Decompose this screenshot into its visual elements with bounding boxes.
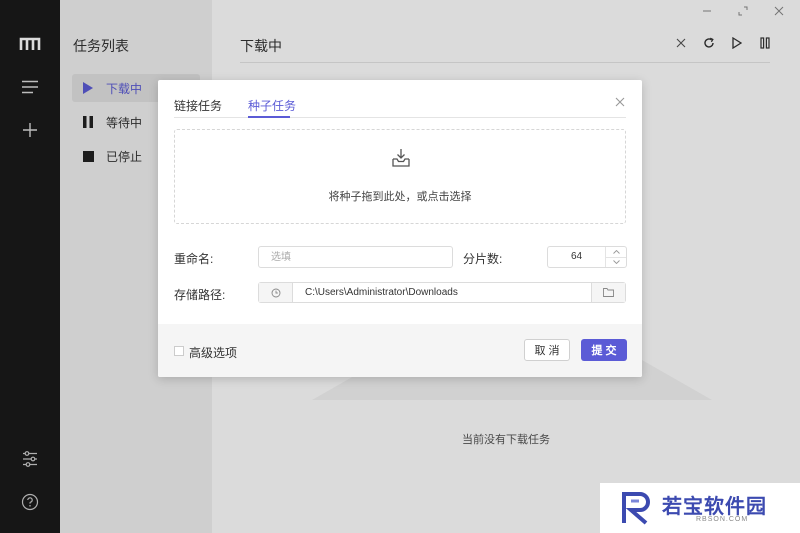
dialog-close-icon[interactable] — [614, 96, 626, 108]
submit-button[interactable]: 提 交 — [581, 339, 627, 361]
chevron-down-icon[interactable] — [606, 256, 626, 268]
history-icon[interactable] — [259, 283, 293, 302]
dialog-footer: 高级选项 取 消 提 交 — [158, 324, 642, 377]
tab-torrent-task[interactable]: 种子任务 — [248, 97, 296, 114]
torrent-dropzone[interactable]: 将种子拖到此处，或点击选择 — [174, 129, 626, 224]
dropzone-text: 将种子拖到此处，或点击选择 — [328, 191, 472, 203]
cancel-button[interactable]: 取 消 — [524, 339, 570, 361]
advanced-options-label[interactable]: 高级选项 — [189, 344, 237, 361]
tab-link-task[interactable]: 链接任务 — [174, 97, 222, 114]
chevron-up-icon[interactable] — [606, 247, 626, 257]
storage-path-field: C:\Users\Administrator\Downloads — [258, 282, 626, 303]
advanced-options-checkbox[interactable] — [174, 346, 184, 356]
new-task-dialog: 链接任务 种子任务 将种子拖到此处，或点击选择 重命名: 分片数: 64 存储路… — [158, 80, 642, 377]
shards-label: 分片数: — [463, 252, 503, 266]
watermark: 若宝软件园 RBSON.COM — [600, 483, 800, 533]
dialog-tabs: 链接任务 种子任务 — [174, 88, 626, 118]
rename-input[interactable] — [258, 246, 453, 268]
storage-path-value[interactable]: C:\Users\Administrator\Downloads — [293, 283, 591, 302]
folder-icon[interactable] — [591, 283, 625, 302]
watermark-subtext: RBSON.COM — [696, 516, 749, 523]
shards-value[interactable]: 64 — [548, 247, 606, 267]
watermark-logo-icon — [620, 490, 656, 526]
rename-label: 重命名: — [174, 252, 214, 266]
active-tab-indicator — [248, 116, 290, 118]
shards-stepper[interactable]: 64 — [547, 246, 627, 268]
watermark-text: 若宝软件园 — [662, 496, 767, 518]
storage-path-label: 存储路径: — [174, 288, 226, 302]
inbox-download-icon — [391, 148, 411, 168]
